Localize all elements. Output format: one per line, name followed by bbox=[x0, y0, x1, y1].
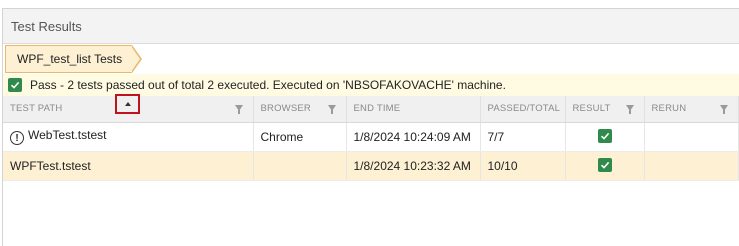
cell-browser bbox=[253, 151, 347, 181]
column-header-end-time[interactable]: END TIME bbox=[346, 96, 481, 123]
column-header-result[interactable]: RESULT bbox=[565, 96, 645, 123]
column-header-browser[interactable]: BROWSER bbox=[253, 96, 347, 123]
test-path-text: WebTest.tstest bbox=[28, 127, 107, 142]
column-header-label: END TIME bbox=[353, 103, 401, 115]
filter-icon[interactable] bbox=[625, 105, 634, 114]
test-path-text: WPFTest.tstest bbox=[10, 158, 91, 173]
cell-result bbox=[565, 122, 645, 152]
results-table: TEST PATH BROWSER END TIME PASSED/TOTAL … bbox=[3, 96, 739, 181]
panel-header: Test Results bbox=[3, 9, 739, 44]
breadcrumb: WPF_test_list Tests bbox=[3, 44, 739, 74]
sort-ascending-icon[interactable] bbox=[124, 102, 131, 106]
pass-check-icon bbox=[597, 158, 612, 172]
table-header-row: TEST PATH BROWSER END TIME PASSED/TOTAL … bbox=[3, 96, 739, 123]
cell-test-path[interactable]: WPFTest.tstest bbox=[3, 151, 254, 181]
breadcrumb-item-test-list[interactable]: WPF_test_list Tests bbox=[5, 45, 143, 73]
filter-icon[interactable] bbox=[234, 105, 243, 114]
column-header-label: RESULT bbox=[572, 103, 611, 115]
table-row[interactable]: WPFTest.tstest 1/8/2024 10:23:32 AM 10/1… bbox=[3, 151, 739, 181]
breadcrumb-label: WPF_test_list Tests bbox=[17, 52, 123, 66]
column-header-passed-total[interactable]: PASSED/TOTAL bbox=[480, 96, 566, 123]
column-header-label: RERUN bbox=[651, 103, 687, 115]
table-row[interactable]: ! WebTest.tstest Chrome 1/8/2024 10:24:09… bbox=[3, 122, 739, 152]
filter-icon[interactable] bbox=[327, 105, 336, 114]
column-header-rerun[interactable]: RERUN bbox=[644, 96, 739, 123]
status-text: Pass - 2 tests passed out of total 2 exe… bbox=[30, 78, 506, 92]
cell-rerun bbox=[644, 122, 739, 152]
status-bar: Pass - 2 tests passed out of total 2 exe… bbox=[3, 74, 739, 96]
pass-check-icon bbox=[597, 129, 612, 143]
column-header-label: TEST PATH bbox=[10, 103, 63, 115]
pass-check-icon bbox=[8, 78, 22, 92]
cell-result bbox=[565, 151, 645, 181]
test-results-panel: Test Results WPF_test_list Tests Pass - … bbox=[2, 8, 739, 246]
cell-passed-total: 7/7 bbox=[480, 122, 566, 152]
column-header-label: PASSED/TOTAL bbox=[487, 103, 561, 115]
panel-title: Test Results bbox=[11, 18, 82, 34]
breadcrumb-arrow-icon bbox=[131, 45, 143, 73]
cell-passed-total: 10/10 bbox=[480, 151, 566, 181]
cell-browser: Chrome bbox=[253, 122, 347, 152]
filter-icon[interactable] bbox=[719, 105, 728, 114]
cell-rerun bbox=[644, 151, 739, 181]
column-header-label: BROWSER bbox=[260, 103, 311, 115]
cell-test-path[interactable]: ! WebTest.tstest bbox=[3, 122, 254, 152]
sort-ascending-highlight[interactable] bbox=[115, 94, 140, 114]
cell-end-time: 1/8/2024 10:23:32 AM bbox=[346, 151, 481, 181]
warning-circle-icon: ! bbox=[10, 131, 24, 146]
cell-end-time: 1/8/2024 10:24:09 AM bbox=[346, 122, 481, 152]
